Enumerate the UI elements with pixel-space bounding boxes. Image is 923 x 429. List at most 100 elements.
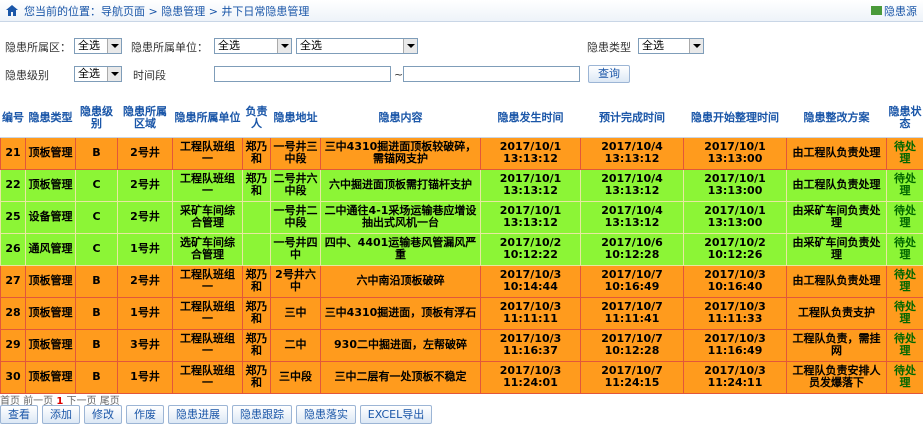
action-bar: 查看 添加 修改 作废 隐患进展 隐患跟踪 隐患落实 EXCEL导出 [0, 405, 436, 424]
table-row[interactable]: 30 顶板管理 B 1号井 工程队班组一 郑乃和 三中段 三中二层有一处顶板不稳定 2017/1… [0, 360, 923, 394]
hazard-source-link[interactable]: 隐患源 [871, 3, 917, 19]
table-cell: 一号井三中段 [270, 136, 321, 170]
hazard-source-label: 隐患源 [884, 4, 917, 18]
excel-export-button[interactable]: EXCEL导出 [360, 405, 432, 424]
table-cell: 郑乃和 [242, 328, 271, 362]
table-cell: 2017/10/1 13:13:12 [480, 136, 581, 170]
view-button[interactable]: 查看 [0, 405, 38, 424]
chevron-down-icon [107, 39, 121, 53]
table-cell: B [75, 264, 118, 298]
home-icon [6, 5, 18, 16]
table-cell: 郑乃和 [242, 360, 271, 394]
table-cell: B [75, 328, 118, 362]
table-cell: 3号井 [117, 328, 173, 362]
table-row[interactable]: 22 顶板管理 C 2号井 工程队班组一 郑乃和 二号井六中段 六中掘进面顶板需打锚杆支护 20… [0, 168, 923, 202]
void-button[interactable]: 作废 [126, 405, 164, 424]
table-row[interactable]: 27 顶板管理 B 2号井 工程队班组一 郑乃和 2号井六中 六中南沿顶板破碎 2017/10/… [0, 264, 923, 298]
table-cell: 工程队负责，需挂网 [786, 328, 887, 362]
query-button[interactable]: 查询 [588, 65, 630, 83]
col-header: 隐患状态 [886, 100, 923, 138]
table-cell: 2017/10/1 13:13:12 [480, 168, 581, 202]
table-cell: 1号井 [117, 360, 173, 394]
table-cell: 2017/10/7 10:12:28 [580, 328, 684, 362]
table-cell: 一号井四中 [270, 232, 321, 266]
table-cell: 2017/10/3 11:11:11 [480, 296, 581, 330]
table-cell: 2017/10/3 10:16:40 [683, 264, 787, 298]
table-cell: 25 [0, 200, 26, 234]
implement-button[interactable]: 隐患落实 [296, 405, 356, 424]
table-cell: 工程队班组一 [172, 168, 243, 202]
table-cell: 2号井 [117, 200, 173, 234]
col-header: 编号 [0, 100, 26, 138]
unit-label: 隐患所属单位： [131, 41, 208, 54]
col-header: 隐患所属区域 [117, 100, 173, 138]
table-cell: 郑乃和 [242, 136, 271, 170]
table-cell: 郑乃和 [242, 296, 271, 330]
edit-button[interactable]: 修改 [84, 405, 122, 424]
table-cell: 三中段 [270, 360, 321, 394]
add-button[interactable]: 添加 [42, 405, 80, 424]
table-row[interactable]: 28 顶板管理 B 1号井 工程队班组一 郑乃和 三中 三中4310掘进面，顶板有浮石 2017… [0, 296, 923, 330]
status-cell[interactable]: 待处理 [886, 296, 923, 330]
status-cell[interactable]: 待处理 [886, 360, 923, 394]
table-cell: 29 [0, 328, 26, 362]
table-cell: C [75, 200, 118, 234]
table-cell: C [75, 232, 118, 266]
status-cell[interactable]: 待处理 [886, 136, 923, 170]
unit-select-secondary[interactable]: 全选 [296, 38, 418, 54]
table-cell: B [75, 296, 118, 330]
status-cell[interactable]: 待处理 [886, 232, 923, 266]
end-date-input[interactable] [403, 66, 580, 82]
table-cell: 28 [0, 296, 26, 330]
table-cell: 工程队负责安排人员发爆落下 [786, 360, 887, 394]
table-cell: 2017/10/3 10:14:44 [480, 264, 581, 298]
type-label: 隐患类型 [587, 41, 631, 54]
table-cell: 顶板管理 [25, 360, 76, 394]
unit-select-primary[interactable]: 全选 [214, 38, 292, 54]
table-cell: 郑乃和 [242, 168, 271, 202]
table-cell: 2017/10/1 13:13:00 [683, 168, 787, 202]
type-select-value: 全选 [642, 39, 664, 52]
table-cell: 由工程队负责处理 [786, 264, 887, 298]
col-header: 隐患级别 [75, 100, 118, 138]
status-cell[interactable]: 待处理 [886, 328, 923, 362]
area-select-value: 全选 [78, 39, 100, 52]
col-header: 隐患开始整理时间 [683, 100, 787, 138]
table-cell [242, 200, 271, 234]
hazard-source-icon [871, 6, 882, 15]
table-row[interactable]: 21 顶板管理 B 2号井 工程队班组一 郑乃和 一号井三中段 三中4310掘进面顶板较破碎，… [0, 136, 923, 170]
start-date-input[interactable] [214, 66, 391, 82]
table-cell: 工程队班组一 [172, 136, 243, 170]
track-button[interactable]: 隐患跟踪 [232, 405, 292, 424]
table-cell: 顶板管理 [25, 296, 76, 330]
table-cell: 四中、4401运输巷风管漏风严重 [320, 232, 481, 266]
table-cell: 2017/10/7 10:16:49 [580, 264, 684, 298]
table-cell: C [75, 168, 118, 202]
table-cell: 2017/10/3 11:16:37 [480, 328, 581, 362]
col-header: 隐患所属单位 [172, 100, 243, 138]
table-cell: 二中通往4-1采场运输巷应增设抽出式风机一台 [320, 200, 481, 234]
status-cell[interactable]: 待处理 [886, 264, 923, 298]
progress-button[interactable]: 隐患进展 [168, 405, 228, 424]
area-select[interactable]: 全选 [74, 38, 122, 54]
table-cell: 22 [0, 168, 26, 202]
table-cell: 2017/10/7 11:24:15 [580, 360, 684, 394]
level-select[interactable]: 全选 [74, 66, 122, 82]
chevron-down-icon [277, 39, 291, 53]
table-cell: 由工程队负责处理 [786, 136, 887, 170]
type-select[interactable]: 全选 [638, 38, 704, 54]
status-cell[interactable]: 待处理 [886, 200, 923, 234]
breadcrumb-text: 您当前的位置：导航页面 > 隐患管理 > 井下日常隐患管理 [24, 4, 310, 18]
table-row[interactable]: 25 设备管理 C 2号井 采矿车间综合管理 一号井二中段 二中通往4-1采场运输巷应增设抽… [0, 200, 923, 234]
status-cell[interactable]: 待处理 [886, 168, 923, 202]
table-cell: B [75, 136, 118, 170]
table-cell: 2017/10/3 11:24:11 [683, 360, 787, 394]
table-row[interactable]: 26 通风管理 C 1号井 选矿车间综合管理 一号井四中 四中、4401运输巷风管漏风严重 2… [0, 232, 923, 266]
table-cell: 2017/10/3 11:16:49 [683, 328, 787, 362]
table-row[interactable]: 29 顶板管理 B 3号井 工程队班组一 郑乃和 二中 930二中掘进面，左帮破碎 2017/1… [0, 328, 923, 362]
area-label: 隐患所属区： [5, 41, 71, 54]
level-select-value: 全选 [78, 67, 100, 80]
table-cell: 工程队班组一 [172, 264, 243, 298]
unit-select-primary-value: 全选 [218, 39, 240, 52]
date-range-separator: ~ [394, 68, 404, 81]
